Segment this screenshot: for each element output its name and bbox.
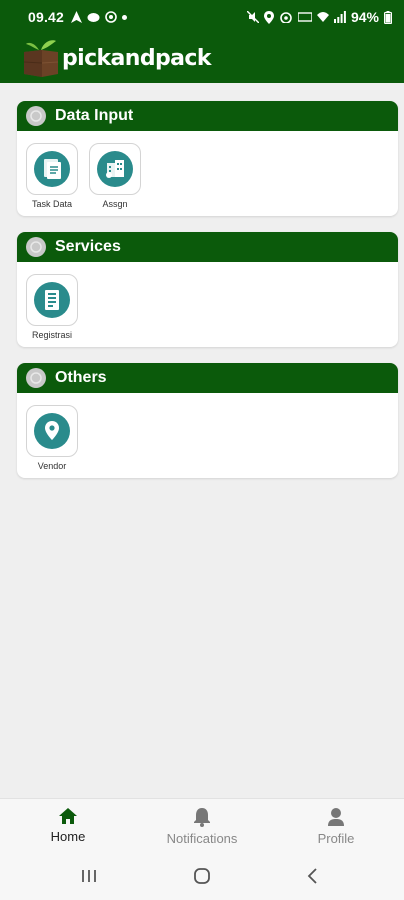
section-header: Services bbox=[17, 232, 398, 262]
brand-name: pickandpack bbox=[62, 45, 211, 71]
battery-icon bbox=[384, 10, 392, 24]
bottom-navigation: Home Notifications Profile bbox=[0, 798, 404, 854]
battery-percentage: 94% bbox=[350, 9, 379, 25]
nav-notifications[interactable]: Notifications bbox=[162, 807, 242, 846]
bell-icon bbox=[194, 808, 210, 827]
nav-home[interactable]: Home bbox=[46, 807, 90, 844]
app-logo: pickandpack bbox=[22, 38, 211, 78]
status-bar: 09.42 94% bbox=[0, 0, 404, 34]
recent-apps-icon[interactable] bbox=[80, 867, 98, 885]
mute-icon bbox=[246, 11, 259, 23]
menu-item-vendor[interactable]: Vendor bbox=[26, 405, 78, 471]
section-header: Others bbox=[17, 363, 398, 393]
back-icon[interactable] bbox=[306, 867, 320, 885]
menu-item-label: Task Data bbox=[31, 199, 73, 209]
menu-item-label: Assgn bbox=[102, 199, 128, 209]
section-data-input: Data Input Task Data Assgn bbox=[17, 101, 398, 216]
menu-item-label: Vendor bbox=[37, 461, 67, 471]
section-badge-icon bbox=[26, 106, 46, 126]
menu-item-label: Registrasi bbox=[31, 330, 72, 340]
location-icon bbox=[263, 10, 274, 24]
hotspot-icon bbox=[280, 12, 292, 23]
status-time: 09.42 bbox=[28, 9, 65, 25]
app-header: 09.42 94% pickandpack bbox=[0, 0, 404, 83]
nav-label: Profile bbox=[317, 831, 355, 846]
crate-sprout-logo-icon bbox=[23, 40, 59, 77]
section-badge-icon bbox=[26, 368, 46, 388]
section-title: Data Input bbox=[55, 107, 134, 124]
section-badge-icon bbox=[26, 237, 46, 257]
menu-item-task-data[interactable]: Task Data bbox=[26, 143, 78, 209]
assign-icon bbox=[97, 151, 133, 187]
navigation-arrow-icon bbox=[71, 11, 83, 23]
registration-icon bbox=[34, 282, 70, 318]
section-title: Others bbox=[55, 369, 107, 386]
whatsapp-icon bbox=[105, 11, 117, 23]
menu-item-registrasi[interactable]: Registrasi bbox=[26, 274, 78, 340]
document-list-icon bbox=[34, 151, 70, 187]
signal-icon bbox=[333, 11, 346, 23]
vowifi-icon bbox=[297, 12, 312, 22]
section-services: Services Registrasi bbox=[17, 232, 398, 347]
nav-label: Home bbox=[50, 829, 86, 844]
profile-icon bbox=[328, 808, 344, 826]
nav-profile[interactable]: Profile bbox=[314, 807, 358, 846]
menu-item-assgn[interactable]: Assgn bbox=[89, 143, 141, 209]
location-pin-icon bbox=[34, 413, 70, 449]
section-title: Services bbox=[55, 238, 121, 255]
home-icon bbox=[59, 808, 77, 824]
home-system-icon[interactable] bbox=[192, 867, 212, 885]
system-navigation-bar bbox=[0, 854, 404, 900]
leaf-notification-icon bbox=[87, 12, 100, 22]
section-others: Others Vendor bbox=[17, 363, 398, 478]
dot-icon bbox=[122, 14, 128, 20]
section-header: Data Input bbox=[17, 101, 398, 131]
nav-label: Notifications bbox=[166, 831, 238, 846]
wifi-icon bbox=[316, 12, 329, 22]
